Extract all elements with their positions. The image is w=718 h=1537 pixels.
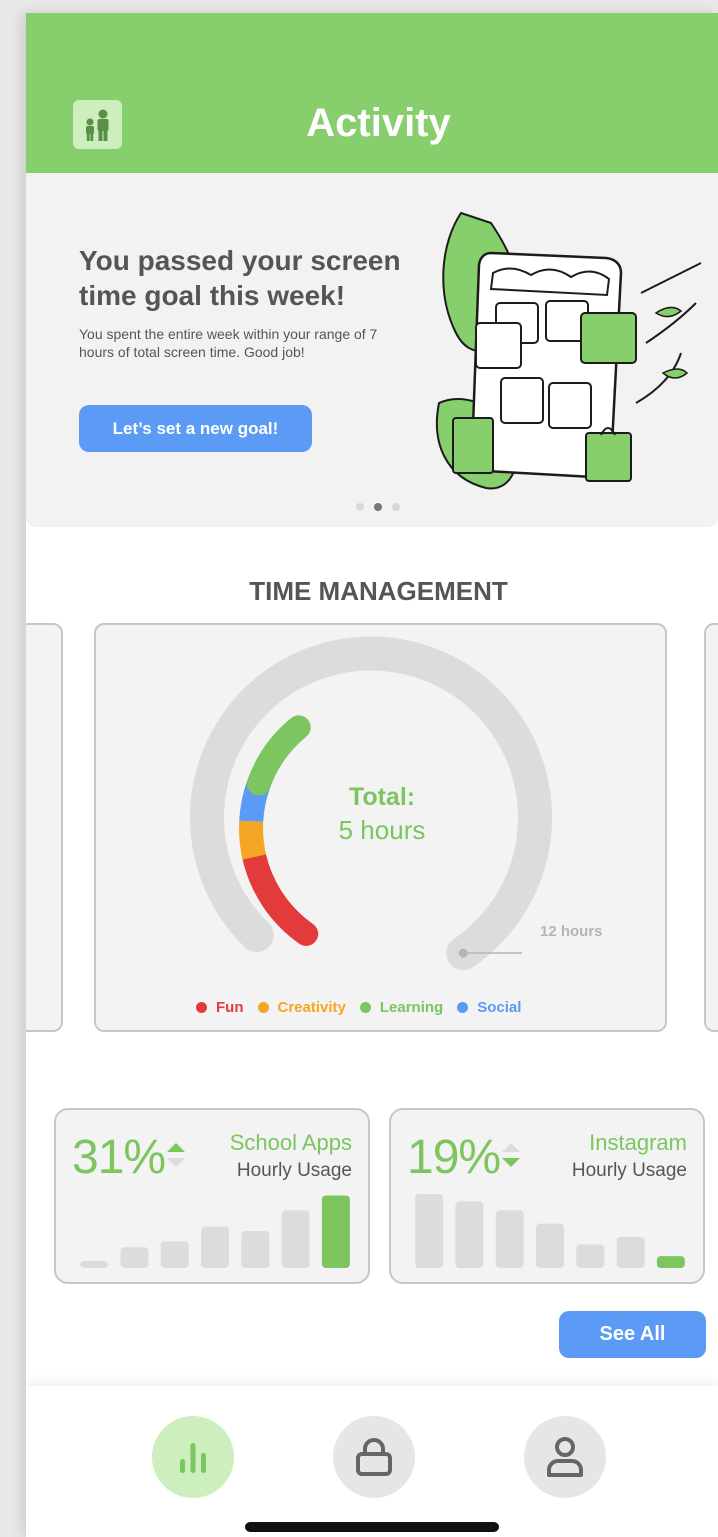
usage-bar bbox=[415, 1194, 444, 1268]
phone-screen: Activity You passed your screen time goa… bbox=[26, 13, 718, 1537]
usage-bar bbox=[160, 1241, 189, 1268]
usage-card-instagram[interactable]: 19% Instagram Hourly Usage bbox=[389, 1108, 705, 1284]
usage-subtitle: Hourly Usage bbox=[571, 1160, 687, 1181]
usage-bar bbox=[616, 1236, 645, 1268]
fun-dot-icon bbox=[196, 1002, 207, 1013]
bottom-nav bbox=[26, 1386, 718, 1537]
time-management-title: TIME MANAGEMENT bbox=[249, 576, 508, 606]
previous-card-peek[interactable] bbox=[26, 623, 63, 1032]
legend-label: Creativity bbox=[277, 999, 346, 1016]
shopping-illustration bbox=[435, 211, 702, 490]
usage-bar bbox=[536, 1223, 564, 1268]
usage-bar bbox=[455, 1201, 484, 1268]
creativity-segment bbox=[239, 820, 267, 860]
usage-percent: 19% bbox=[407, 1131, 501, 1184]
usage-bar bbox=[80, 1261, 109, 1268]
usage-card-school-apps[interactable]: 31% School Apps Hourly Usage bbox=[54, 1108, 370, 1284]
usage-bar bbox=[241, 1231, 270, 1268]
social-dot-icon bbox=[457, 1002, 469, 1013]
legend-label: Learning bbox=[379, 999, 444, 1016]
usage-bar bbox=[656, 1256, 685, 1268]
user-icon bbox=[547, 1437, 583, 1477]
carousel-dot[interactable] bbox=[392, 503, 400, 511]
app-name: Instagram bbox=[589, 1130, 687, 1155]
banner-body: You spent the entire week within your ra… bbox=[79, 326, 378, 360]
hourly-usage-bars bbox=[415, 1194, 685, 1268]
achievement-banner: You passed your screen time goal this we… bbox=[26, 173, 718, 527]
nav-lock-button[interactable] bbox=[333, 1416, 415, 1498]
lock-icon bbox=[356, 1438, 392, 1476]
usage-subtitle: Hourly Usage bbox=[236, 1160, 352, 1181]
see-all-button[interactable]: See All bbox=[559, 1311, 706, 1358]
legend-item-learning: Learning bbox=[359, 999, 444, 1016]
page-title: Activity bbox=[306, 101, 451, 145]
set-new-goal-button[interactable]: Let’s set a new goal! bbox=[79, 405, 312, 452]
next-card-peek[interactable] bbox=[704, 623, 718, 1032]
usage-bar bbox=[576, 1244, 605, 1268]
total-value: 5 hours bbox=[338, 815, 426, 845]
hourly-usage-bars bbox=[80, 1195, 350, 1268]
usage-percent: 31% bbox=[72, 1131, 166, 1184]
legend-label: Social bbox=[477, 999, 522, 1016]
learning-dot-icon bbox=[359, 1002, 371, 1013]
usage-bar bbox=[120, 1247, 149, 1268]
total-label: Total: bbox=[348, 783, 416, 811]
app-header: Activity bbox=[26, 13, 718, 173]
legend-item-social: Social bbox=[457, 999, 521, 1016]
bar-chart-icon bbox=[180, 1443, 206, 1473]
usage-bar bbox=[495, 1210, 524, 1268]
carousel-dots bbox=[356, 503, 400, 511]
max-hours-label: 12 hours bbox=[540, 923, 603, 940]
carousel-dot[interactable] bbox=[356, 503, 364, 511]
legend-label: Fun bbox=[216, 999, 244, 1016]
usage-bar bbox=[281, 1210, 310, 1268]
home-indicator bbox=[245, 1522, 499, 1532]
nav-activity-button[interactable] bbox=[152, 1416, 234, 1498]
time-management-card: Total: 5 hours 12 hours Fun Creativity L… bbox=[94, 623, 667, 1032]
legend-item-creativity: Creativity bbox=[257, 999, 346, 1016]
creativity-dot-icon bbox=[257, 1002, 269, 1013]
trend-up-icon bbox=[167, 1143, 185, 1167]
nav-profile-button[interactable] bbox=[524, 1416, 606, 1498]
trend-down-icon bbox=[502, 1143, 520, 1167]
category-legend: Fun Creativity Learning Social bbox=[196, 999, 521, 1016]
app-name: School Apps bbox=[229, 1130, 352, 1155]
usage-bar bbox=[321, 1195, 350, 1268]
banner-heading: You passed your screen time goal this we… bbox=[79, 245, 401, 311]
carousel-dot-active[interactable] bbox=[374, 503, 382, 511]
legend-item-fun: Fun bbox=[196, 999, 244, 1016]
learning-segment bbox=[246, 715, 311, 796]
usage-bar bbox=[201, 1226, 229, 1268]
